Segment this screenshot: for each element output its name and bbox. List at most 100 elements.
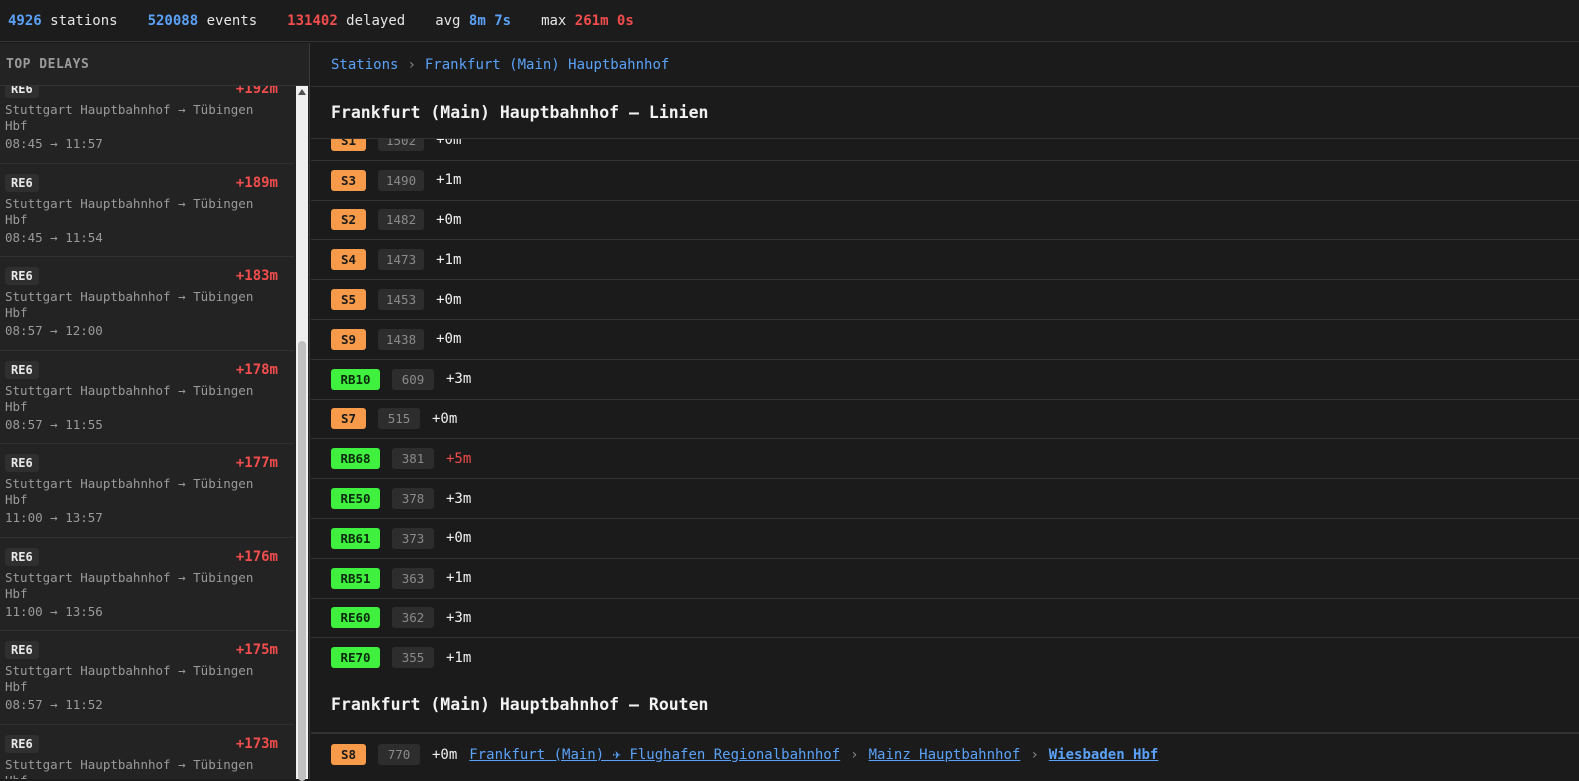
line-badge[interactable]: RB10 bbox=[331, 368, 380, 390]
line-row[interactable]: RB68 381 +5m bbox=[311, 439, 1579, 480]
stop-link[interactable]: Frankfurt (Main) ✈ Flughafen Regionalbah… bbox=[469, 747, 840, 763]
stop-link[interactable]: Wiesbaden Hbf bbox=[1049, 747, 1159, 763]
delay-list-item[interactable]: RE6 +177m Stuttgart Hauptbahnhof → Tübinge… bbox=[0, 444, 294, 538]
delay-value: +176m bbox=[235, 548, 278, 565]
avg-delay: +1m bbox=[446, 570, 472, 587]
stat-delayed: 131402 delayed bbox=[287, 12, 406, 29]
breadcrumb-current-station[interactable]: Frankfurt (Main) Hauptbahnhof bbox=[425, 57, 669, 73]
line-row[interactable]: S9 1438 +0m bbox=[311, 320, 1579, 360]
delay-time: 08:45 → 11:54 bbox=[5, 229, 103, 245]
delay-item-header: RE6 +173m bbox=[5, 731, 278, 757]
delay-list-item[interactable]: RE6 +173m Stuttgart Hauptbahnhof → Tübinge… bbox=[0, 725, 294, 779]
event-count: 378 bbox=[392, 488, 434, 510]
avg-delay: +0m bbox=[432, 410, 458, 427]
line-row[interactable]: RE60 362 +3m bbox=[311, 599, 1579, 639]
line-row[interactable]: S7 515 +0m bbox=[311, 400, 1579, 440]
line-badge[interactable]: RB61 bbox=[331, 527, 380, 549]
event-count: 1502 bbox=[378, 139, 425, 151]
line-row[interactable]: RB61 373 +0m bbox=[311, 519, 1579, 559]
sidebar-scrollbar[interactable] bbox=[296, 86, 308, 781]
event-count: 355 bbox=[392, 647, 434, 669]
avg-delay: +0m bbox=[432, 746, 458, 763]
line-row[interactable]: RB10 609 +3m bbox=[311, 360, 1579, 400]
stop-separator: › bbox=[850, 746, 859, 763]
stat-stations: 4926 stations bbox=[8, 12, 118, 29]
avg-delay: +3m bbox=[446, 609, 472, 626]
delay-time: 11:00 → 13:57 bbox=[5, 510, 103, 525]
event-count: 609 bbox=[392, 368, 434, 390]
delay-time: 11:00 → 13:56 bbox=[5, 603, 103, 619]
delay-route: Stuttgart Hauptbahnhof → Tübingen Hbf bbox=[5, 195, 254, 227]
routes-section-title: Frankfurt (Main) Hauptbahnhof — Routen bbox=[311, 677, 1579, 733]
event-count: 1482 bbox=[378, 209, 425, 231]
line-badge[interactable]: S2 bbox=[331, 209, 366, 231]
avg-delay: +1m bbox=[436, 172, 462, 189]
line-row[interactable]: RE70 355 +1m bbox=[311, 638, 1579, 677]
avg-delay: +1m bbox=[436, 251, 462, 268]
line-badge[interactable]: RE70 bbox=[331, 647, 380, 669]
stats-bar: 4926 stations 520088 events 131402 delay… bbox=[0, 0, 1579, 42]
main-content: Stations › Frankfurt (Main) Hauptbahnhof… bbox=[311, 43, 1579, 779]
delay-item-header: RE6 +177m bbox=[5, 450, 278, 476]
scroll-thumb[interactable] bbox=[298, 341, 306, 781]
line-row[interactable]: S3 1490 +1m bbox=[311, 161, 1579, 201]
delay-list-item[interactable]: RE6 +175m Stuttgart Hauptbahnhof → Tübinge… bbox=[0, 631, 294, 725]
event-count: 1438 bbox=[378, 328, 425, 350]
avg-delay: +0m bbox=[436, 139, 462, 149]
delay-value: +189m bbox=[235, 174, 278, 191]
line-badge[interactable]: S4 bbox=[331, 249, 366, 271]
line-badge[interactable]: RB51 bbox=[331, 567, 380, 589]
line-badge: RE6 bbox=[5, 641, 39, 659]
event-count: 373 bbox=[392, 527, 434, 549]
delay-time: 08:57 → 11:52 bbox=[5, 697, 103, 712]
stat-max: max 261m 0s bbox=[541, 12, 634, 29]
breadcrumb: Stations › Frankfurt (Main) Hauptbahnhof bbox=[311, 43, 1579, 87]
delay-value: +178m bbox=[235, 361, 278, 378]
scroll-up-icon[interactable] bbox=[298, 89, 306, 95]
stop-separator: › bbox=[1030, 746, 1039, 763]
route-row: S8 770 +0m Frankfurt (Main) ✈ Flughafen Reg… bbox=[311, 733, 1579, 775]
stat-avg: avg 8m 7s bbox=[435, 12, 512, 29]
delay-item-header: RE6 +183m bbox=[5, 263, 278, 289]
avg-delay: +3m bbox=[446, 371, 472, 388]
delay-list-item[interactable]: RE6 +176m Stuttgart Hauptbahnhof → Tübinge… bbox=[0, 538, 294, 631]
line-row[interactable]: S2 1482 +0m bbox=[311, 201, 1579, 241]
line-badge: RE6 bbox=[5, 173, 39, 192]
delay-list-item[interactable]: RE6 +183m Stuttgart Hauptbahnhof → Tübinge… bbox=[0, 257, 294, 351]
breadcrumb-stations-link[interactable]: Stations bbox=[331, 57, 398, 73]
avg-delay: +1m bbox=[446, 649, 472, 666]
line-badge[interactable]: S9 bbox=[331, 328, 366, 350]
avg-delay: +0m bbox=[436, 291, 462, 308]
line-row[interactable]: RB51 363 +1m bbox=[311, 559, 1579, 599]
line-row[interactable]: S1 1502 +0m bbox=[311, 139, 1579, 161]
line-row[interactable]: RE50 378 +3m bbox=[311, 479, 1579, 519]
delay-list: RE6 +192m Stuttgart Hauptbahnhof → Tübinge… bbox=[0, 86, 294, 779]
line-row[interactable]: S5 1453 +0m bbox=[311, 280, 1579, 320]
line-badge[interactable]: RB68 bbox=[331, 448, 380, 470]
line-badge[interactable]: S1 bbox=[331, 139, 366, 151]
line-badge[interactable]: RE60 bbox=[331, 607, 380, 629]
avg-delay: +0m bbox=[446, 530, 472, 547]
delay-route: Stuttgart Hauptbahnhof → Tübingen Hbf bbox=[5, 476, 254, 507]
breadcrumb-separator: › bbox=[407, 56, 416, 73]
line-badge[interactable]: S3 bbox=[331, 169, 366, 191]
delay-list-item[interactable]: RE6 +192m Stuttgart Hauptbahnhof → Tübinge… bbox=[0, 86, 294, 164]
delay-value: +192m bbox=[235, 86, 278, 97]
event-count: 362 bbox=[392, 607, 434, 629]
line-badge[interactable]: RE50 bbox=[331, 488, 380, 510]
delay-list-item[interactable]: RE6 +189m Stuttgart Hauptbahnhof → Tübinge… bbox=[0, 164, 294, 257]
delay-item-header: RE6 +192m bbox=[5, 86, 278, 102]
line-badge[interactable]: S5 bbox=[331, 289, 366, 311]
delay-time: 08:45 → 11:57 bbox=[5, 136, 103, 151]
delay-list-item[interactable]: RE6 +178m Stuttgart Hauptbahnhof → Tübinge… bbox=[0, 351, 294, 444]
delay-route: Stuttgart Hauptbahnhof → Tübingen Hbf bbox=[5, 569, 254, 601]
line-row[interactable]: S4 1473 +1m bbox=[311, 240, 1579, 281]
lines-list: S1 1502 +0m S3 1490 +1m S2 1482 +0m S4 1473 +1m S5 14… bbox=[311, 139, 1579, 677]
line-badge[interactable]: S8 bbox=[331, 744, 366, 765]
delay-item-header: RE6 +178m bbox=[5, 357, 278, 383]
line-badge[interactable]: S7 bbox=[331, 408, 366, 430]
delay-route: Stuttgart Hauptbahnhof → Tübingen Hbf bbox=[5, 102, 254, 133]
stop-link[interactable]: Mainz Hauptbahnhof bbox=[869, 747, 1021, 763]
delay-route: Stuttgart Hauptbahnhof → Tübingen Hbf bbox=[5, 289, 254, 320]
stat-events: 520088 events bbox=[147, 12, 258, 29]
